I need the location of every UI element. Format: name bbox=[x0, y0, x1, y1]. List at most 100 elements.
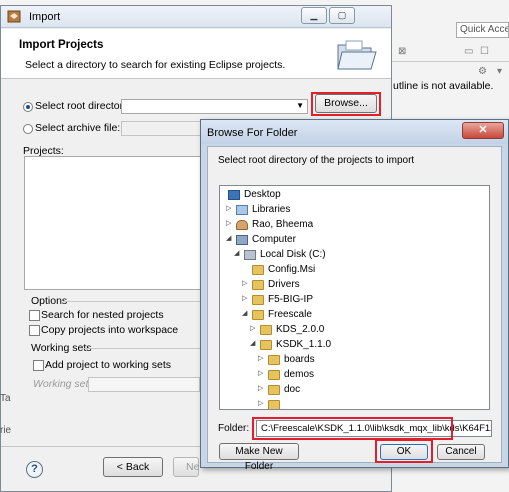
chevron-down-icon[interactable]: ▼ bbox=[296, 101, 304, 110]
help-icon[interactable]: ? bbox=[26, 461, 43, 478]
minimize-button[interactable]: ▁ bbox=[301, 7, 327, 24]
tree-item-label: Computer bbox=[252, 234, 296, 245]
bg-fragment: Ta bbox=[0, 393, 11, 404]
tree-item-freescale[interactable]: ◢ Freescale bbox=[220, 308, 478, 323]
options-divider bbox=[63, 301, 203, 302]
browse-description: Select root directory of the projects to… bbox=[218, 155, 415, 166]
folder-icon bbox=[252, 310, 264, 320]
tree-item-label: Libraries bbox=[252, 204, 291, 215]
quick-access-field[interactable]: Quick Acces bbox=[456, 22, 509, 38]
tree-item-kds[interactable]: ▷ KDS_2.0.0 bbox=[220, 323, 478, 338]
import-titlebar[interactable]: Import ▁ ▢ bbox=[1, 6, 391, 28]
root-directory-label: Select root directory: bbox=[35, 100, 132, 112]
tree-item-boards[interactable]: ▷ boards bbox=[220, 353, 478, 368]
back-button[interactable]: < Back bbox=[103, 457, 163, 477]
highlight-browse bbox=[311, 92, 381, 116]
tree-item-computer[interactable]: ◢ Computer bbox=[220, 233, 478, 248]
folder-icon bbox=[260, 340, 272, 350]
tree-item-label: demos bbox=[284, 369, 315, 380]
browse-body: Select root directory of the projects to… bbox=[207, 146, 502, 472]
folder-tree[interactable]: Desktop ▷ Libraries ▷ Rao, Bheema ◢ Comp… bbox=[219, 185, 490, 410]
add-working-set-checkbox[interactable] bbox=[33, 360, 44, 371]
tree-item-user[interactable]: ▷ Rao, Bheema bbox=[220, 218, 478, 233]
expand-icon[interactable]: ▷ bbox=[226, 204, 231, 212]
eclipse-import-icon bbox=[7, 10, 21, 23]
view-menu-icon[interactable]: ⚙ bbox=[478, 66, 487, 77]
tree-item-desktop[interactable]: Desktop bbox=[220, 188, 478, 203]
tree-item-f5-big-ip[interactable]: ▷ F5-BIG-IP bbox=[220, 293, 478, 308]
root-directory-radio[interactable] bbox=[23, 102, 33, 112]
collapse-icon[interactable]: ◢ bbox=[250, 339, 255, 347]
expand-icon[interactable]: ▷ bbox=[242, 294, 247, 302]
minimize-icon[interactable]: ▭ bbox=[464, 46, 473, 57]
archive-file-radio[interactable] bbox=[23, 124, 33, 134]
collapse-icon[interactable]: ◢ bbox=[242, 309, 247, 317]
expand-icon[interactable]: ▷ bbox=[250, 324, 255, 332]
cancel-button[interactable]: Cancel bbox=[437, 444, 485, 460]
computer-icon bbox=[236, 235, 248, 245]
open-folder-icon bbox=[337, 40, 377, 70]
add-working-set-label: Add project to working sets bbox=[45, 359, 172, 371]
expand-icon[interactable]: ▷ bbox=[258, 399, 263, 407]
expand-icon[interactable]: ▷ bbox=[258, 384, 263, 392]
tree-item-config-msi[interactable]: Config.Msi bbox=[220, 263, 478, 278]
expand-icon[interactable]: ▷ bbox=[242, 279, 247, 287]
tree-item-label: Drivers bbox=[268, 279, 300, 290]
bg-fragment: rie bbox=[0, 425, 12, 436]
tree-item-partial[interactable]: ▷ bbox=[220, 398, 478, 409]
make-new-folder-button[interactable]: Make New Folder bbox=[219, 443, 299, 472]
tree-item-local-disk[interactable]: ◢ Local Disk (C:) bbox=[220, 248, 478, 263]
page-description: Select a directory to search for existin… bbox=[25, 59, 286, 71]
tree-item-demos[interactable]: ▷ demos bbox=[220, 368, 478, 383]
folder-icon bbox=[252, 295, 264, 305]
import-header: Import Projects Select a directory to se… bbox=[1, 29, 391, 79]
browse-titlebar[interactable]: Browse For Folder ✕ bbox=[201, 120, 508, 144]
search-nested-label: Search for nested projects bbox=[41, 309, 164, 321]
folder-icon bbox=[260, 325, 272, 335]
collapse-icon[interactable]: ◢ bbox=[234, 249, 239, 257]
tree-item-label: KDS_2.0.0 bbox=[276, 324, 325, 335]
folder-icon bbox=[268, 400, 280, 409]
working-sets-combo[interactable] bbox=[88, 377, 200, 392]
archive-file-label: Select archive file: bbox=[35, 122, 121, 134]
chevron-down-icon[interactable]: ▾ bbox=[497, 66, 502, 77]
tree-item-drivers[interactable]: ▷ Drivers bbox=[220, 278, 478, 293]
root-directory-combo[interactable]: ▼ bbox=[121, 99, 308, 114]
expand-icon[interactable]: ▷ bbox=[226, 219, 231, 227]
highlight-folder-path bbox=[252, 417, 453, 440]
tree-item-label: Config.Msi bbox=[268, 264, 316, 275]
tree-item-libraries[interactable]: ▷ Libraries bbox=[220, 203, 478, 218]
tree-item-label: Desktop bbox=[244, 189, 281, 200]
tree-item-label: Freescale bbox=[268, 309, 312, 320]
tree-item-label: boards bbox=[284, 354, 315, 365]
expand-icon[interactable]: ▷ bbox=[258, 354, 263, 362]
disk-icon bbox=[244, 250, 256, 260]
tree-item-doc[interactable]: ▷ doc bbox=[220, 383, 478, 398]
folder-icon bbox=[252, 280, 264, 290]
search-nested-checkbox[interactable] bbox=[29, 310, 40, 321]
close-button[interactable]: ✕ bbox=[462, 122, 504, 139]
tree-item-label: doc bbox=[284, 384, 301, 395]
outline-view-tabbar: ⊠ ▭ ☐ bbox=[392, 40, 509, 62]
maximize-icon[interactable]: ☐ bbox=[480, 46, 489, 57]
highlight-ok bbox=[375, 439, 433, 463]
tree-item-ksdk[interactable]: ◢ KSDK_1.1.0 bbox=[220, 338, 478, 353]
tree-item-label: KSDK_1.1.0 bbox=[276, 339, 332, 350]
folder-label: Folder: bbox=[218, 423, 250, 434]
tree-item-label: Local Disk (C:) bbox=[260, 249, 326, 260]
collapse-icon[interactable]: ◢ bbox=[226, 234, 231, 242]
options-group-label: Options bbox=[31, 295, 68, 307]
locked-folder-icon bbox=[252, 265, 264, 275]
outline-message: utline is not available. bbox=[393, 80, 494, 92]
expand-icon[interactable]: ▷ bbox=[258, 369, 263, 377]
maximize-button[interactable]: ▢ bbox=[329, 7, 355, 24]
view-icon[interactable]: ⊠ bbox=[398, 46, 406, 57]
tree-item-label: Rao, Bheema bbox=[252, 219, 314, 230]
copy-projects-label: Copy projects into workspace bbox=[41, 324, 179, 336]
next-button[interactable]: Ne bbox=[173, 457, 199, 477]
folder-icon bbox=[268, 370, 280, 380]
user-folder-icon bbox=[236, 220, 248, 230]
page-title: Import Projects bbox=[19, 39, 104, 51]
libraries-icon bbox=[236, 205, 248, 215]
copy-projects-checkbox[interactable] bbox=[29, 325, 40, 336]
